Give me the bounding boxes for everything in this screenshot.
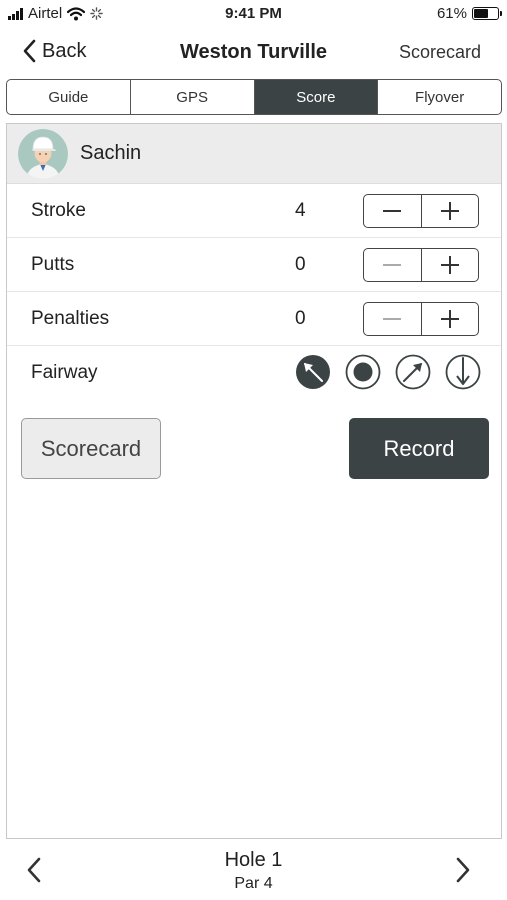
putts-value: 0 bbox=[295, 253, 306, 275]
fairway-left-icon[interactable] bbox=[295, 354, 331, 390]
putts-stepper bbox=[363, 248, 479, 282]
score-panel: Sachin Stroke 4 Putts 0 Penalties 0 Fair… bbox=[6, 123, 502, 839]
plus-icon bbox=[440, 256, 459, 274]
putts-label: Putts bbox=[31, 253, 75, 275]
fairway-short-icon[interactable] bbox=[445, 354, 481, 390]
golfer-avatar-icon bbox=[18, 128, 68, 179]
chevron-left-icon bbox=[23, 39, 36, 63]
putts-decrement-button[interactable] bbox=[364, 249, 422, 281]
penalties-value: 0 bbox=[295, 307, 306, 329]
plus-icon bbox=[440, 202, 459, 220]
battery-icon bbox=[472, 7, 502, 20]
tab-bar: Guide GPS Score Flyover bbox=[6, 79, 502, 115]
status-bar: Airtel 9:41 PM 61% bbox=[0, 0, 507, 28]
back-label: Back bbox=[42, 39, 87, 62]
stroke-value: 4 bbox=[295, 199, 306, 221]
stroke-increment-button[interactable] bbox=[422, 195, 479, 227]
putts-increment-button[interactable] bbox=[422, 249, 479, 281]
stroke-stepper bbox=[363, 194, 479, 228]
chevron-right-icon bbox=[456, 857, 470, 883]
penalties-label: Penalties bbox=[31, 307, 110, 329]
player-header: Sachin bbox=[7, 124, 501, 184]
penalties-decrement-button[interactable] bbox=[364, 303, 422, 335]
stroke-row: Stroke 4 bbox=[7, 184, 501, 238]
back-button[interactable]: Back bbox=[22, 39, 86, 63]
next-hole-button[interactable] bbox=[455, 856, 471, 889]
tab-gps[interactable]: GPS bbox=[131, 80, 255, 114]
penalties-increment-button[interactable] bbox=[422, 303, 479, 335]
stroke-label: Stroke bbox=[31, 199, 86, 221]
scorecard-nav-button[interactable]: Scorecard bbox=[399, 42, 481, 63]
hole-navigation: Hole 1 Par 4 bbox=[0, 840, 507, 900]
battery-fill bbox=[474, 9, 489, 18]
status-time: 9:41 PM bbox=[225, 5, 282, 22]
record-button[interactable]: Record bbox=[349, 418, 489, 479]
hole-label: Hole 1 bbox=[224, 849, 283, 871]
tab-score[interactable]: Score bbox=[254, 80, 379, 114]
scorecard-button[interactable]: Scorecard bbox=[21, 418, 161, 479]
fairway-hit-icon[interactable] bbox=[345, 354, 381, 390]
minus-icon bbox=[383, 264, 402, 266]
fairway-label: Fairway bbox=[31, 362, 98, 383]
tab-flyover[interactable]: Flyover bbox=[378, 80, 501, 114]
putts-row: Putts 0 bbox=[7, 238, 501, 292]
fairway-row: Fairway bbox=[7, 346, 501, 400]
status-right: 61% bbox=[436, 5, 502, 22]
fairway-options bbox=[295, 354, 481, 390]
battery-percent: 61% bbox=[436, 5, 467, 22]
plus-icon bbox=[440, 310, 459, 328]
minus-icon bbox=[383, 210, 402, 212]
penalties-stepper bbox=[363, 302, 479, 336]
tab-guide[interactable]: Guide bbox=[7, 80, 131, 114]
par-label: Par 4 bbox=[234, 875, 273, 892]
avatar bbox=[18, 128, 68, 179]
nav-bar: Back Weston Turville Scorecard bbox=[0, 30, 507, 76]
player-name: Sachin bbox=[80, 142, 142, 164]
stroke-decrement-button[interactable] bbox=[364, 195, 422, 227]
minus-icon bbox=[383, 318, 402, 320]
fairway-right-icon[interactable] bbox=[395, 354, 431, 390]
penalties-row: Penalties 0 bbox=[7, 292, 501, 346]
